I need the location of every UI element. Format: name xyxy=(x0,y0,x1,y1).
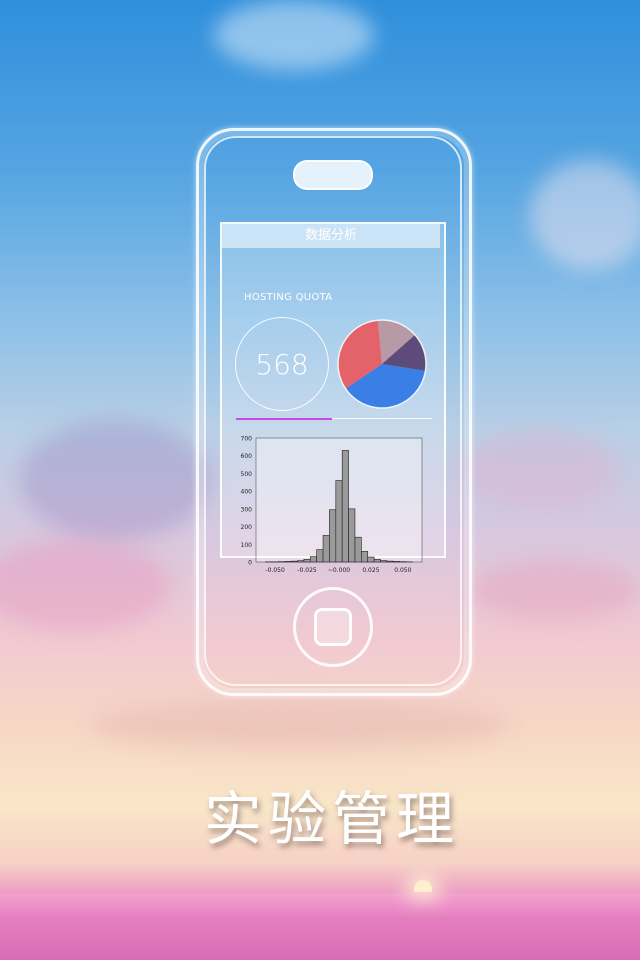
histogram-bar xyxy=(380,560,388,563)
histogram-chart: 0 100 200 300 400 500 600 700 -0.050 -0.025 ~0.000… xyxy=(241,436,423,574)
y-tick-label: 0 xyxy=(248,560,252,567)
screen-nav-title: 数据分析 xyxy=(222,224,440,248)
background-cloud xyxy=(90,700,510,750)
histogram-bar xyxy=(373,559,381,563)
histogram-bar xyxy=(316,549,324,563)
y-tick-label: 100 xyxy=(241,542,253,549)
y-tick-label: 300 xyxy=(241,506,253,513)
histogram-bar xyxy=(309,556,317,563)
histogram-bar xyxy=(329,509,337,563)
x-tick-label: -0.050 xyxy=(265,567,285,574)
histogram-bar xyxy=(367,556,375,563)
histogram-bar xyxy=(297,560,305,563)
phone-speaker xyxy=(293,160,373,190)
x-tick-label: 0.025 xyxy=(362,567,379,574)
histogram-bar xyxy=(284,561,292,563)
page-title: 实验管理 xyxy=(203,785,460,853)
histogram-bar xyxy=(303,559,311,563)
quota-value: 568 xyxy=(255,347,309,381)
x-tick-label: ~0.000 xyxy=(328,567,350,574)
x-tick-label: 0.050 xyxy=(394,567,411,574)
quota-gauge: 568 xyxy=(235,317,329,411)
histogram-bar xyxy=(361,551,369,563)
histogram-bar xyxy=(348,508,356,563)
histogram-bar xyxy=(392,561,400,563)
sun xyxy=(414,880,432,892)
histogram-bar xyxy=(335,480,343,563)
home-button-square xyxy=(314,608,352,646)
background-cloud xyxy=(530,160,640,270)
quota-pie-chart xyxy=(337,319,427,409)
y-tick-label: 500 xyxy=(241,471,253,478)
y-tick-label: 200 xyxy=(241,524,253,531)
x-tick-label: -0.025 xyxy=(297,567,317,574)
progress-fill xyxy=(236,418,333,420)
histogram-bar xyxy=(290,560,298,563)
histogram-bar xyxy=(386,560,394,563)
y-tick-label: 700 xyxy=(241,436,253,443)
histogram-bar xyxy=(322,535,330,563)
background-cloud xyxy=(460,430,620,510)
background-cloud xyxy=(0,540,170,630)
histogram-bar xyxy=(354,536,362,563)
background-cloud xyxy=(20,420,210,540)
y-tick-label: 600 xyxy=(241,453,253,460)
histogram-bar xyxy=(341,450,349,563)
sea xyxy=(0,893,640,960)
background-cloud xyxy=(470,560,640,620)
background-cloud xyxy=(214,0,374,70)
quota-label: HOSTING QUOTA xyxy=(244,292,333,303)
y-tick-label: 400 xyxy=(241,489,253,496)
